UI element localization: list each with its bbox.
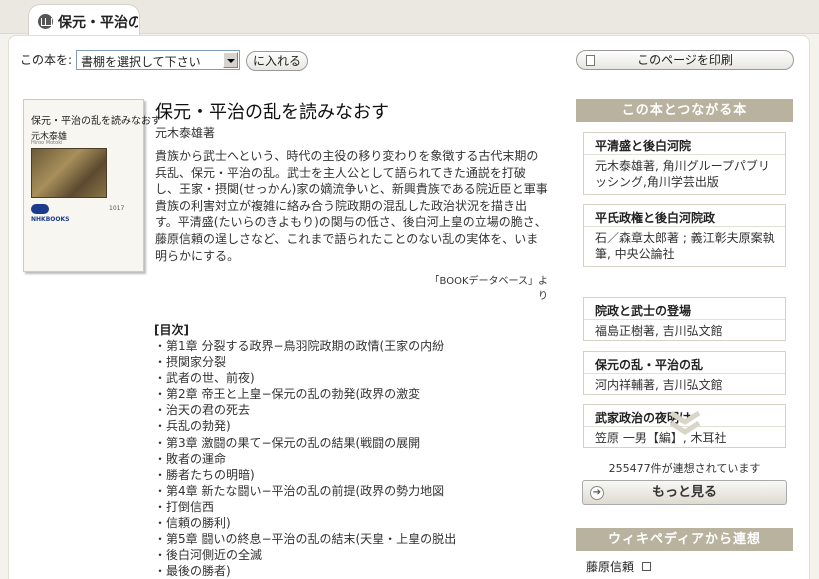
toc-item: ・敗者の運命 bbox=[154, 451, 227, 466]
related-book-meta: 福島正樹著, 吉川弘文館 bbox=[595, 324, 723, 338]
book-cover[interactable]: 保元・平治の乱を読みなおす 元木泰雄 Hiroo Motoki 1017 NHK… bbox=[23, 99, 161, 272]
toc-item: ・第1章 分裂する政界−鳥羽院政期の政情(王家の内紛 bbox=[154, 339, 445, 353]
page-icon bbox=[586, 55, 595, 66]
bookshelf-select[interactable]: 書棚を選択して下さい bbox=[76, 50, 240, 70]
book-title: 保元・平治の乱を読みなおす bbox=[155, 102, 389, 123]
description-source: 「BOOKデータベース」より bbox=[429, 276, 548, 302]
wikipedia-link[interactable]: 藤原信頼 bbox=[586, 558, 634, 575]
book-description: 貴族から武士へという、時代の主役の移り変わりを象徴する古代末期の兵乱、保元・平治… bbox=[155, 149, 548, 263]
toc-item: ・最後の勝者) bbox=[154, 564, 231, 579]
cover-number: 1017 bbox=[109, 205, 125, 212]
bookshelf-select-value: 書棚を選択して下さい bbox=[81, 55, 201, 69]
toc-item: ・勝者たちの明暗) bbox=[154, 467, 255, 482]
sidebar: この本とつながる本 平清盛と後白河院 元木泰雄著, 角川グループパブリッシング,… bbox=[576, 99, 793, 574]
cover-painting bbox=[31, 148, 107, 198]
shelf-label: この本を: bbox=[20, 53, 73, 67]
related-book-title[interactable]: 平清盛と後白河院 bbox=[584, 133, 785, 155]
add-to-shelf-button[interactable]: に入れる bbox=[246, 51, 308, 71]
related-books-header: この本とつながる本 bbox=[576, 99, 793, 122]
tab-title: 保元・平治の bbox=[58, 15, 138, 31]
cover-series: NHKBOOKS bbox=[31, 216, 70, 223]
chevron-down-icon[interactable] bbox=[223, 52, 238, 68]
toc-item: ・信頼の勝利) bbox=[154, 516, 231, 531]
toc-item: ・兵乱の勃発) bbox=[154, 419, 231, 434]
book-author: 元木泰雄著 bbox=[155, 126, 216, 140]
related-book-title[interactable]: 保元の乱・平治の乱 bbox=[584, 352, 785, 374]
top-tab-bar: 保元・平治の bbox=[0, 0, 819, 36]
publisher-logo bbox=[31, 204, 49, 214]
external-link-icon[interactable] bbox=[642, 562, 651, 571]
toc-item: ・第5章 闘いの終息−平治の乱の結末(天皇・上皇の脱出 bbox=[154, 532, 457, 547]
related-book-card[interactable]: 院政と武士の登場 福島正樹著, 吉川弘文館 bbox=[583, 297, 786, 341]
toc-item: ・武者の世、前夜) bbox=[154, 371, 255, 386]
see-more-button[interactable]: ➔ もっと見る bbox=[582, 480, 787, 505]
toc-item: ・第3章 激闘の果て−保元の乱の結果(戦闘の展開 bbox=[154, 435, 421, 450]
toc-item: ・第2章 帝王と上皇−保元の乱の勃発(政界の激変 bbox=[154, 387, 421, 402]
toc-item: ・打倒信西 bbox=[154, 499, 215, 514]
cover-romaji: Hiroo Motoki bbox=[31, 140, 63, 146]
see-more-label: もっと見る bbox=[651, 485, 717, 500]
arrow-right-icon: ➔ bbox=[590, 486, 604, 500]
related-book-title[interactable]: 平氏政権と後白河院政 bbox=[584, 205, 785, 227]
related-book-card[interactable]: 平氏政権と後白河院政 石／森章太郎著 ; 義江彰夫原案執筆, 中央公論社 bbox=[583, 204, 786, 267]
book-tab[interactable]: 保元・平治の bbox=[28, 4, 140, 36]
cover-title: 保元・平治の乱を読みなおす bbox=[31, 116, 161, 127]
related-book-title[interactable]: 院政と武士の登場 bbox=[584, 298, 785, 320]
toc-item: ・摂関家分裂 bbox=[154, 355, 227, 370]
connect-count: 255477件が連想されています bbox=[608, 462, 761, 475]
related-book-meta: 石／森章太郎著 ; 義江彰夫原案執筆, 中央公論社 bbox=[595, 231, 775, 261]
toc-heading: [目次] bbox=[154, 323, 189, 337]
toc-item: ・治天の君の死去 bbox=[154, 403, 251, 418]
wikipedia-header: ウィキペディアから連想 bbox=[576, 528, 793, 551]
related-books-list: 平清盛と後白河院 元木泰雄著, 角川グループパブリッシング,角川学芸出版 平氏政… bbox=[576, 122, 793, 452]
related-book-card[interactable]: 平清盛と後白河院 元木泰雄著, 角川グループパブリッシング,角川学芸出版 bbox=[583, 132, 786, 195]
toc-list: ・第1章 分裂する政界−鳥羽院政期の政情(王家の内紛 ・摂関家分裂 ・武者の世、… bbox=[154, 338, 456, 579]
related-book-meta: 元木泰雄著, 角川グループパブリッシング,角川学芸出版 bbox=[595, 159, 770, 189]
print-page-label: このページを印刷 bbox=[637, 53, 733, 67]
book-icon bbox=[38, 14, 53, 29]
double-chevron-down-icon bbox=[669, 411, 701, 435]
toc-item: ・第4章 新たな闘い−平治の乱の前提(政界の勢力地図 bbox=[154, 483, 445, 498]
toc-item: ・後白河側近の全滅 bbox=[154, 548, 263, 563]
related-book-meta: 河内祥輔著, 吉川弘文館 bbox=[595, 378, 723, 392]
related-book-card[interactable]: 保元の乱・平治の乱 河内祥輔著, 吉川弘文館 bbox=[583, 351, 786, 395]
print-page-button[interactable]: このページを印刷 bbox=[576, 50, 794, 70]
